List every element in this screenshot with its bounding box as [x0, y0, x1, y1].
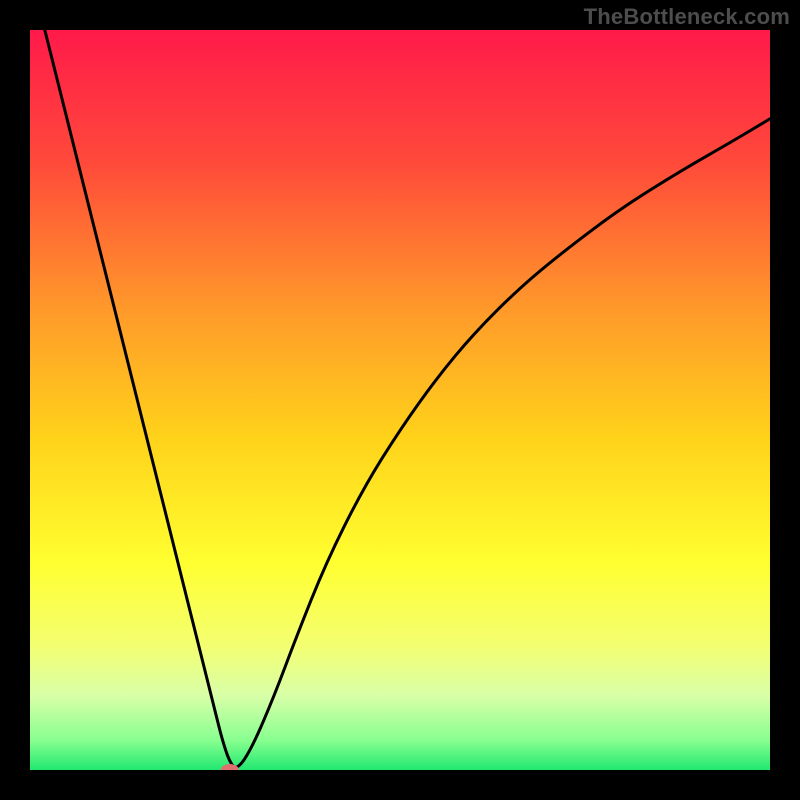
bottleneck-chart	[30, 30, 770, 770]
watermark-text: TheBottleneck.com	[584, 4, 790, 30]
plot-area	[30, 30, 770, 770]
gradient-background	[30, 30, 770, 770]
chart-frame: TheBottleneck.com	[0, 0, 800, 800]
